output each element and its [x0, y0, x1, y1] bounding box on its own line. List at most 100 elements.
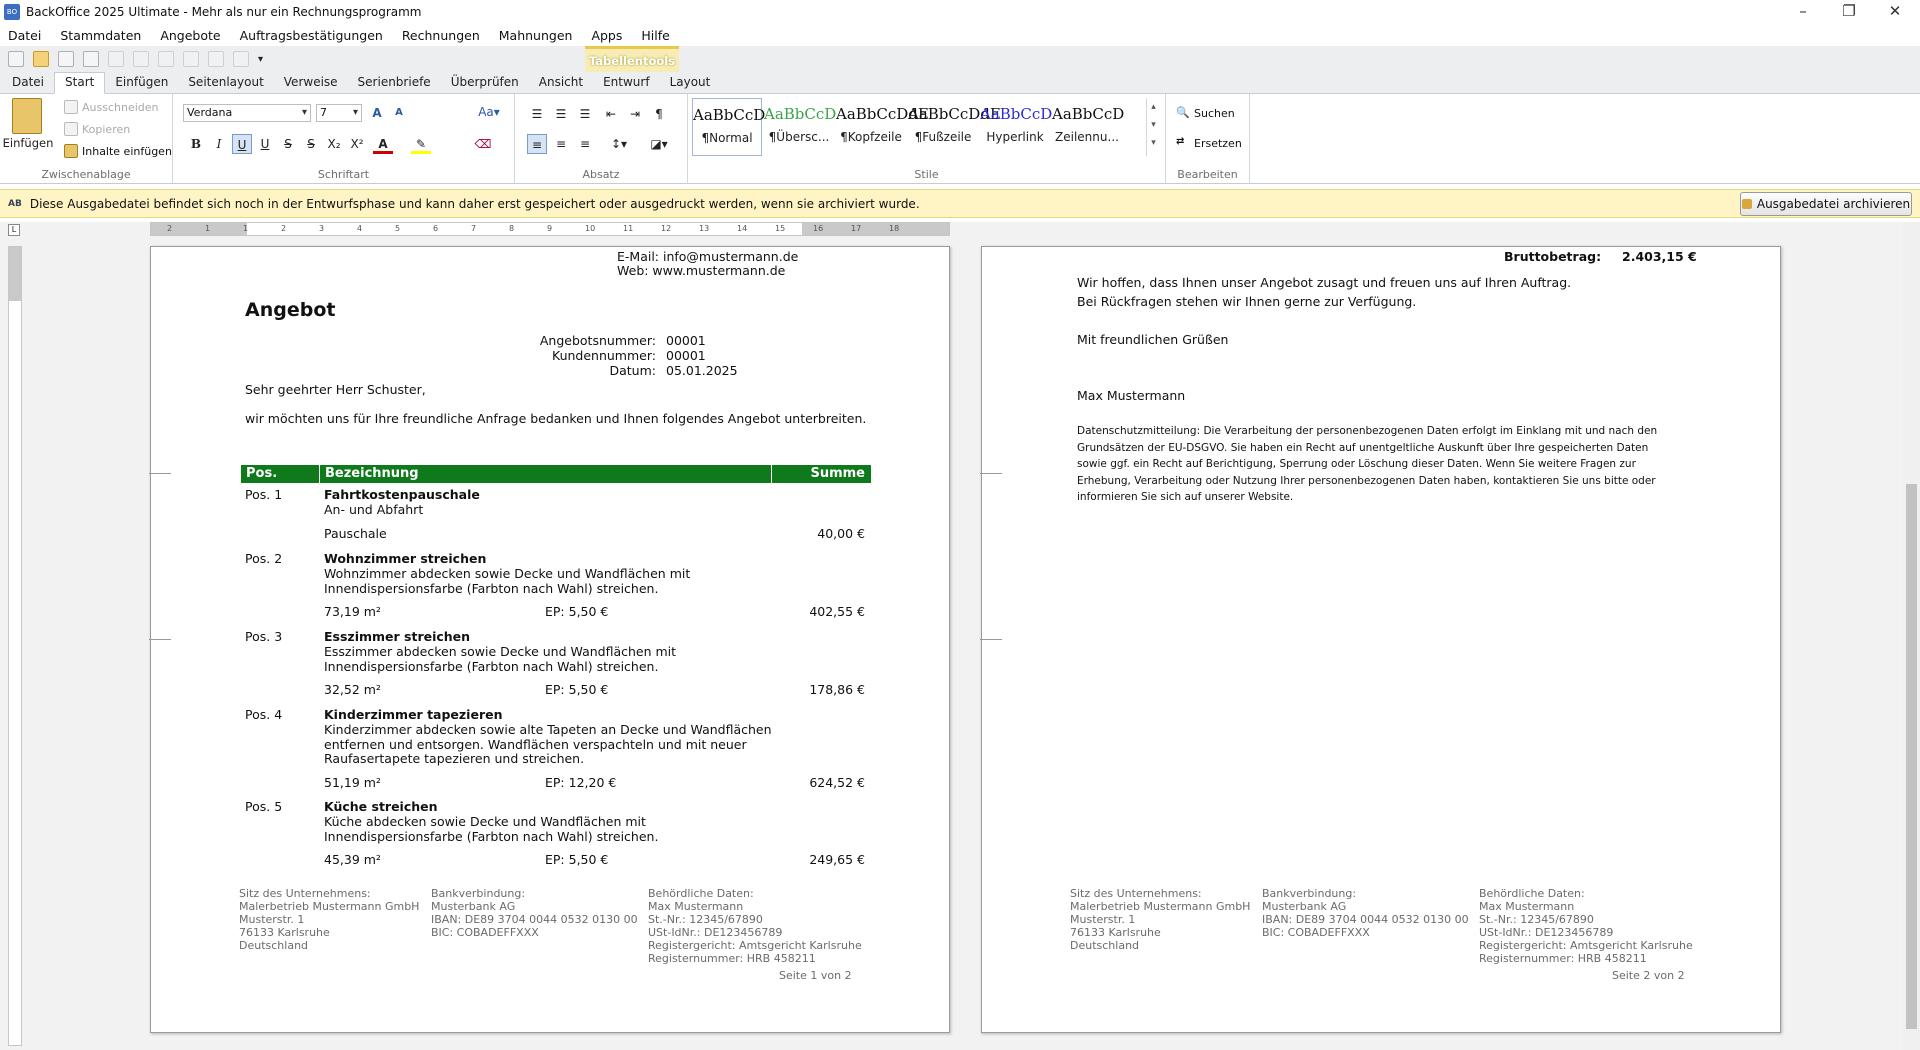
- ruler-tick-label: 1: [205, 224, 211, 233]
- subscript-icon[interactable]: X₂: [324, 134, 344, 154]
- tab--berpr-fen[interactable]: Überprüfen: [441, 73, 529, 93]
- tab-datei[interactable]: Datei: [2, 73, 54, 93]
- archive-button[interactable]: Ausgabedatei archivieren: [1740, 192, 1912, 216]
- font-size-select[interactable]: 7: [316, 104, 362, 122]
- style-0[interactable]: AaBbCcD ¶Normal: [692, 98, 765, 156]
- double-underline-icon[interactable]: U: [255, 134, 275, 154]
- italic-icon[interactable]: I: [209, 134, 229, 154]
- styles-scroll-icon[interactable]: ▴ ▾ ▾: [1146, 98, 1160, 156]
- line-spacing-icon[interactable]: ↕▾: [603, 134, 635, 154]
- margin-mark: [980, 639, 1002, 640]
- new-document-icon[interactable]: [8, 51, 24, 67]
- position-description: Esszimmer abdecken sowie Decke und Wandf…: [324, 644, 677, 659]
- undo-icon[interactable]: [208, 51, 224, 67]
- strikethrough-icon[interactable]: S: [278, 134, 298, 154]
- page-1[interactable]: E-Mail: info@mustermann.de Web: www.must…: [149, 246, 950, 1033]
- footer-line: USt-IdNr.: DE123456789: [1479, 926, 1614, 939]
- menu-item-auftragsbest-tigungen[interactable]: Auftragsbestätigungen: [240, 28, 383, 43]
- ruler-tick-label: 1: [243, 224, 249, 233]
- open-folder-icon[interactable]: [33, 51, 49, 67]
- paste-special-button[interactable]: Inhalte einfügen: [64, 144, 172, 158]
- customize-qat-icon[interactable]: ▾: [258, 54, 263, 65]
- menu-item-angebote[interactable]: Angebote: [160, 28, 220, 43]
- decrease-indent-icon[interactable]: ⇤: [601, 104, 621, 124]
- copy-button[interactable]: Kopieren: [64, 122, 130, 136]
- footer-heading: Sitz des Unternehmens:: [239, 887, 371, 900]
- tab-seitenlayout[interactable]: Seitenlayout: [178, 73, 273, 93]
- paste-button[interactable]: Einfügen: [0, 136, 56, 150]
- superscript-icon[interactable]: X²: [347, 134, 367, 154]
- page-icon[interactable]: [183, 51, 199, 67]
- menu-item-mahnungen[interactable]: Mahnungen: [499, 28, 573, 43]
- scrollbar-thumb[interactable]: [1906, 484, 1917, 1029]
- save-all-icon[interactable]: [83, 51, 99, 67]
- bullet-list-icon[interactable]: ☰: [527, 104, 547, 124]
- vertical-scrollbar[interactable]: [1903, 222, 1920, 1050]
- position-name: Wohnzimmer streichen: [324, 551, 487, 566]
- print-icon[interactable]: [133, 51, 149, 67]
- info-message: Diese Ausgabedatei befindet sich noch in…: [29, 196, 920, 211]
- menu-item-rechnungen[interactable]: Rechnungen: [402, 28, 480, 43]
- menu-item-hilfe[interactable]: Hilfe: [641, 28, 669, 43]
- tab-entwurf[interactable]: Entwurf: [593, 73, 659, 93]
- restore-icon[interactable]: ❐: [1826, 0, 1872, 24]
- style-5[interactable]: AaBbCcD Zeilennu...: [1052, 98, 1124, 156]
- increase-indent-icon[interactable]: ⇥: [625, 104, 645, 124]
- numbered-list-icon[interactable]: ☰: [551, 104, 571, 124]
- print-preview-icon[interactable]: [108, 51, 124, 67]
- tab-ansicht[interactable]: Ansicht: [529, 73, 593, 93]
- footer-line: Musterbank AG: [431, 900, 516, 913]
- shading-icon[interactable]: ◪▾: [643, 134, 675, 154]
- double-strikethrough-icon[interactable]: S: [301, 134, 321, 154]
- align-right-icon[interactable]: ≡: [575, 134, 595, 154]
- grow-font-icon[interactable]: A: [367, 103, 387, 123]
- font-color-icon[interactable]: A: [373, 134, 393, 154]
- tab-layout[interactable]: Layout: [660, 73, 721, 93]
- position-unit-price: EP: 12,20 €: [545, 774, 617, 790]
- footer-line: Max Mustermann: [1479, 900, 1575, 913]
- horizontal-ruler[interactable]: 2 1 1 2 3 4 5 6 7 8 9 10 11 12 13 14 15 16 17 18: [150, 222, 950, 236]
- font-family-select[interactable]: Verdana: [183, 104, 311, 122]
- change-case-icon[interactable]: Aa▾: [473, 102, 505, 122]
- highlight-icon[interactable]: ✎: [411, 134, 431, 154]
- vertical-ruler[interactable]: [8, 246, 22, 1046]
- pilcrow-icon[interactable]: ¶: [649, 104, 669, 124]
- company-email: E-Mail: info@mustermann.de: [617, 249, 799, 264]
- redo-icon[interactable]: [233, 51, 249, 67]
- menu-item-stammdaten[interactable]: Stammdaten: [60, 28, 141, 43]
- underline-icon[interactable]: U: [232, 134, 252, 154]
- style-4[interactable]: AaBbCcD Hyperlink: [980, 98, 1052, 156]
- minimize-icon[interactable]: –: [1780, 0, 1826, 24]
- close-icon[interactable]: ✕: [1872, 0, 1918, 24]
- find-button[interactable]: 🔍 Suchen: [1176, 106, 1235, 120]
- paste-icon[interactable]: [12, 98, 42, 134]
- clear-format-icon[interactable]: ⌫: [473, 134, 493, 154]
- style-3[interactable]: AaBbCcDdE ¶Fußzeile: [908, 98, 1001, 156]
- tab-serienbriefe[interactable]: Serienbriefe: [348, 73, 441, 93]
- style-preview: AaBbCcD: [764, 105, 837, 123]
- cut-button[interactable]: Ausschneiden: [64, 100, 159, 114]
- privacy-line: Grundsätzen der EU-DSGVO. Sie haben ein …: [1077, 441, 1649, 454]
- style-name: ¶Fußzeile: [914, 130, 972, 144]
- align-left-icon[interactable]: ≡: [527, 134, 547, 154]
- menu-item-apps[interactable]: Apps: [591, 28, 622, 43]
- align-center-icon[interactable]: ≡: [551, 134, 571, 154]
- ruler-tick-label: 16: [813, 224, 824, 233]
- tab-verweise[interactable]: Verweise: [274, 73, 348, 93]
- shrink-font-icon[interactable]: A: [389, 103, 409, 123]
- tab-start[interactable]: Start: [54, 72, 106, 94]
- tab-stop-selector[interactable]: L: [8, 224, 20, 236]
- quick-print-icon[interactable]: [158, 51, 174, 67]
- ruler-tick-label: 5: [395, 224, 401, 233]
- menu-item-datei[interactable]: Datei: [8, 28, 41, 43]
- bold-icon[interactable]: B: [186, 134, 206, 154]
- replace-button[interactable]: ⇄ Ersetzen: [1176, 136, 1242, 150]
- multilevel-list-icon[interactable]: ☰: [575, 104, 595, 124]
- ruler-tick-label: 8: [509, 224, 515, 233]
- style-1[interactable]: AaBbCcD ¶Übersc...: [764, 98, 837, 156]
- page-2[interactable]: Bruttobetrag: 2.403,15 € Wir hoffen, das…: [980, 246, 1781, 1033]
- save-icon[interactable]: [58, 51, 74, 67]
- tab-einf-gen[interactable]: Einfügen: [105, 73, 178, 93]
- style-2[interactable]: AaBbCcDdE ¶Kopfzeile: [836, 98, 929, 156]
- position-number: Pos. 4: [245, 707, 283, 722]
